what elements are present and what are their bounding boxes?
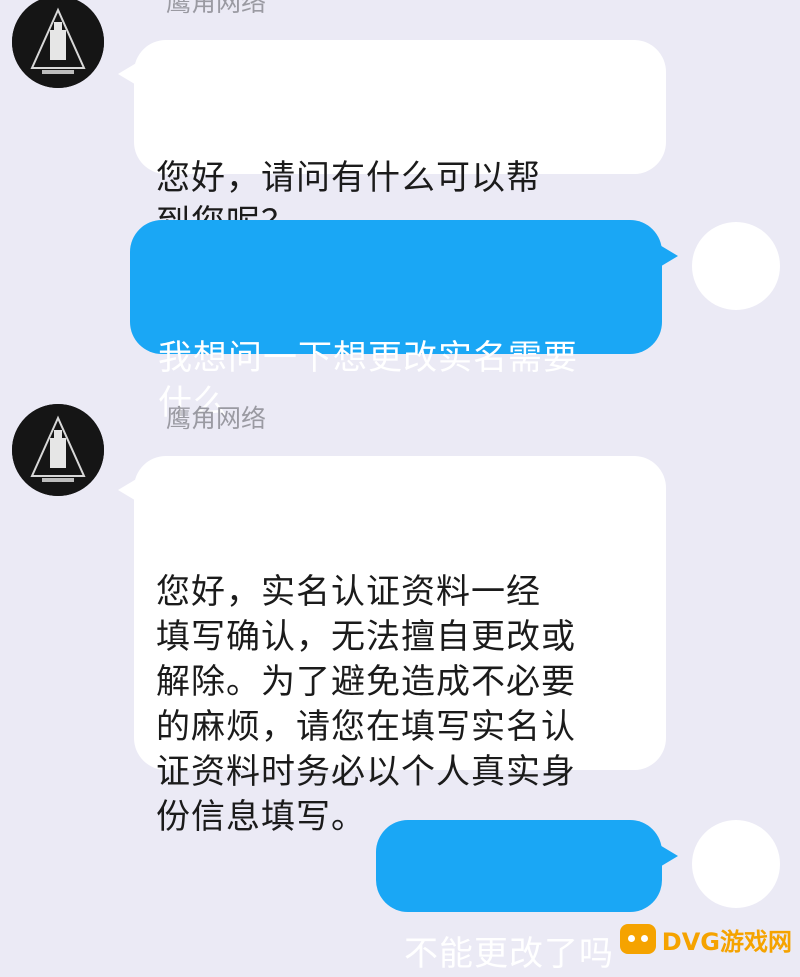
sender-avatar[interactable] xyxy=(12,0,104,88)
chat-window: 鹰角网络 您好，请问有什么可以帮 到您呢？ 我想问一下想更改实名需要 什么 鹰角… xyxy=(0,0,800,974)
sender-avatar[interactable] xyxy=(12,404,104,496)
bubble-tail xyxy=(118,62,138,86)
site-watermark: DVG游戏网 xyxy=(619,921,792,957)
bubble-tail xyxy=(658,244,678,268)
user-avatar[interactable] xyxy=(692,222,780,310)
sender-name: 鹰角网络 xyxy=(166,404,267,433)
message-bubble-incoming[interactable]: 您好，实名认证资料一经 填写确认，无法擅自更改或 解除。为了避免造成不必要 的麻… xyxy=(118,456,666,837)
watermark-text: DVG游戏网 xyxy=(661,927,792,956)
logo-icon xyxy=(12,0,104,88)
sender-name: 鹰角网络 xyxy=(166,0,267,17)
message-bubble-outgoing[interactable]: 不能更改了吗 xyxy=(376,820,678,974)
logo-icon xyxy=(12,404,104,496)
message-bubble-incoming[interactable]: 您好，请问有什么可以帮 到您呢？ xyxy=(118,40,666,243)
message-bubble-outgoing[interactable]: 我想问一下想更改实名需要 什么 xyxy=(130,220,678,423)
message-text: 您好，实名认证资料一经 填写确认，无法擅自更改或 解除。为了避免造成不必要 的麻… xyxy=(156,572,576,837)
bubble-tail xyxy=(658,844,678,868)
gamepad-icon xyxy=(619,924,656,954)
bubble-tail xyxy=(118,478,138,502)
message-text: 不能更改了吗 xyxy=(404,934,614,974)
user-avatar[interactable] xyxy=(692,820,780,908)
